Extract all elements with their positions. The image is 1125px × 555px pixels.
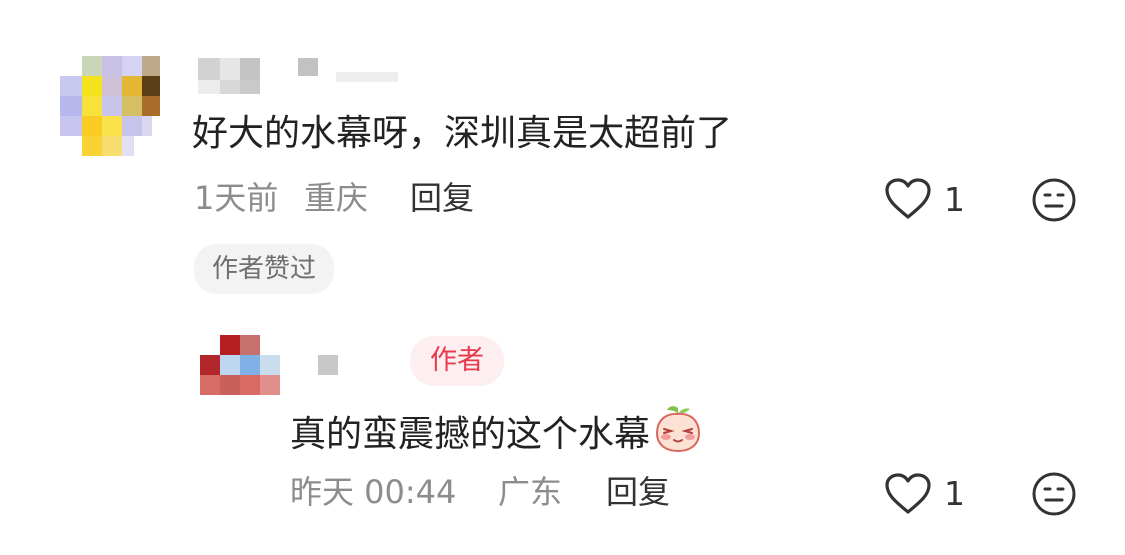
- neutral-face-icon[interactable]: [1030, 470, 1078, 518]
- reply-time: 昨天 00:44: [290, 473, 457, 511]
- reply-button[interactable]: 回复: [410, 176, 474, 220]
- comment-time: 1天前: [194, 179, 279, 217]
- reply-text: 真的蛮震撼的这个水幕: [290, 404, 704, 459]
- blushing-peach-emoji: [656, 406, 701, 453]
- author-tag: 作者: [410, 336, 504, 386]
- like-count: 1: [944, 180, 965, 219]
- heart-outline-icon[interactable]: [884, 177, 932, 221]
- comment-location: 重庆: [304, 179, 369, 217]
- reply-text-content: 真的蛮震撼的这个水幕: [290, 414, 651, 455]
- neutral-face-icon[interactable]: [1030, 176, 1078, 224]
- reply-username[interactable]: [318, 355, 348, 379]
- avatar[interactable]: [60, 56, 160, 156]
- reply-reply-button[interactable]: 回复: [606, 470, 670, 514]
- comment-text: 好大的水幕呀，深圳真是太超前了: [192, 113, 733, 154]
- username[interactable]: [198, 58, 408, 98]
- author-liked-badge: 作者赞过: [194, 244, 335, 294]
- reply-avatar[interactable]: [200, 335, 280, 399]
- reply-location: 广东: [498, 473, 563, 511]
- reply-like-count: 1: [944, 474, 965, 513]
- heart-outline-icon[interactable]: [884, 472, 932, 516]
